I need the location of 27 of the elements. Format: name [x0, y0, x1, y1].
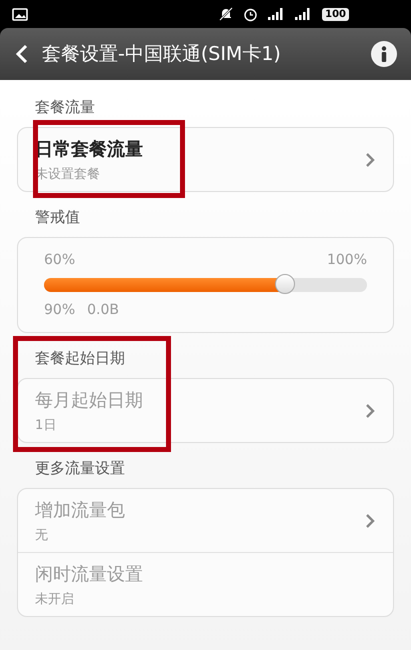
row-value: 无 [35, 527, 49, 544]
picture-icon [12, 8, 28, 20]
alarm-icon [243, 6, 258, 22]
slider-max-label: 100% [326, 252, 367, 268]
back-icon[interactable] [16, 44, 28, 64]
settings-row[interactable]: 闲时流量设置 未开启 [18, 552, 393, 616]
battery-level: 100 [322, 8, 349, 20]
row-title: 每月起始日期 [35, 389, 144, 412]
info-icon[interactable] [371, 41, 397, 67]
section-label: 更多流量设置 [34, 459, 126, 478]
page-title: 套餐设置-中国联通(SIM卡1) [42, 42, 282, 67]
slider-min-label: 60% [44, 252, 76, 268]
slider-thumb[interactable] [274, 274, 295, 294]
muted-bell-icon [219, 7, 234, 21]
settings-row[interactable]: 每月起始日期 1日 [18, 379, 393, 442]
signal-icon [295, 8, 312, 20]
section-label: 警戒值 [34, 208, 81, 227]
section-label: 套餐起始日期 [34, 349, 126, 368]
row-title: 增加流量包 [35, 499, 126, 522]
row-value: 未开启 [35, 591, 75, 608]
warning-amount: 0.0B [87, 302, 119, 318]
settings-row[interactable]: 增加流量包 无 [18, 489, 393, 552]
warning-percent: 90% [44, 302, 76, 318]
row-title: 闲时流量设置 [35, 563, 144, 586]
section-label: 套餐流量 [34, 98, 96, 117]
row-value: 1日 [35, 417, 58, 434]
signal-icon [268, 8, 286, 20]
